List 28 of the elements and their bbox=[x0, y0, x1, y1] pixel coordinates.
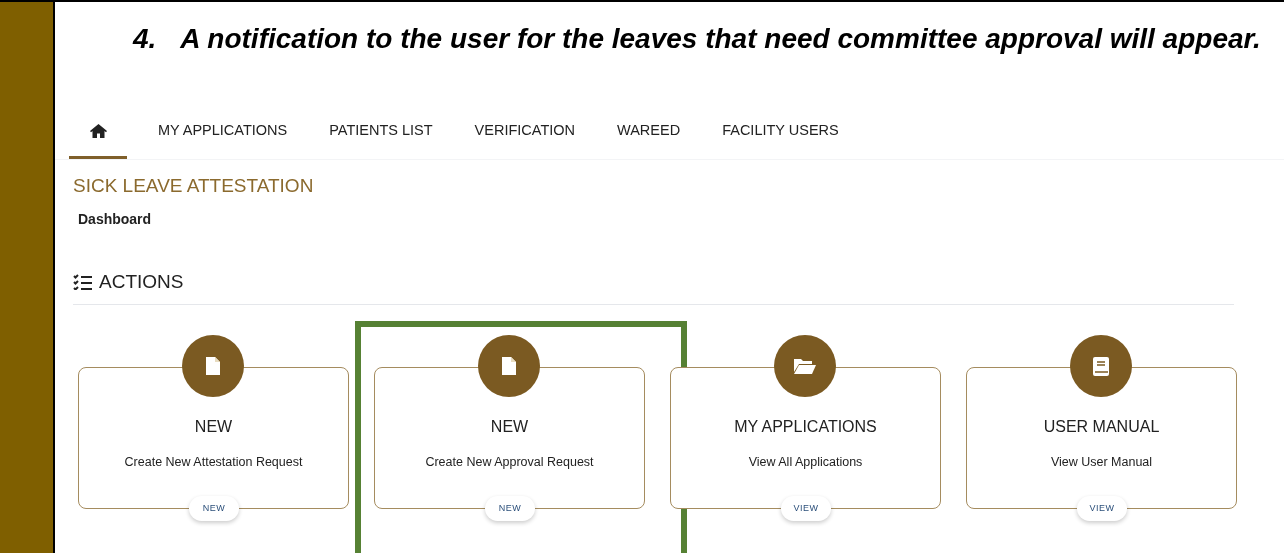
nav-tab[interactable]: MY APPLICATIONS bbox=[137, 106, 309, 159]
section-title: ACTIONS bbox=[99, 269, 184, 294]
card-subtitle: Create New Attestation Request bbox=[124, 454, 303, 471]
heading-number: 4. bbox=[133, 22, 157, 56]
card-title: USER MANUAL bbox=[1043, 417, 1160, 437]
book-icon bbox=[1093, 356, 1109, 376]
nav-tab[interactable]: PATIENTS LIST bbox=[308, 106, 454, 159]
folder-icon bbox=[794, 358, 816, 374]
breadcrumb: Dashboard bbox=[78, 209, 153, 229]
heading-text: A notification to the user for the leaves that need committee approval will appear. bbox=[180, 22, 1261, 56]
card-title: NEW bbox=[490, 417, 529, 437]
card-button[interactable]: VIEW bbox=[1077, 496, 1127, 521]
card-button[interactable]: VIEW bbox=[781, 496, 831, 521]
card-subtitle: Create New Approval Request bbox=[425, 454, 594, 471]
card-subtitle: View All Applications bbox=[748, 454, 863, 471]
document-icon bbox=[502, 357, 516, 375]
nav-tab[interactable]: WAREED bbox=[596, 106, 702, 159]
home-icon bbox=[89, 124, 107, 138]
nav-tab[interactable]: VERIFICATION bbox=[453, 106, 597, 159]
nav-tab[interactable]: FACILITY USERS bbox=[701, 106, 860, 159]
document-icon bbox=[206, 357, 220, 375]
checklist-icon bbox=[73, 273, 93, 290]
page-title: SICK LEAVE ATTESTATION bbox=[73, 174, 315, 198]
card-button[interactable]: NEW bbox=[485, 496, 535, 521]
card-button[interactable]: NEW bbox=[189, 496, 239, 521]
card-title: NEW bbox=[194, 417, 233, 437]
card-subtitle: View User Manual bbox=[1050, 454, 1153, 471]
card-title: MY APPLICATIONS bbox=[734, 417, 877, 437]
